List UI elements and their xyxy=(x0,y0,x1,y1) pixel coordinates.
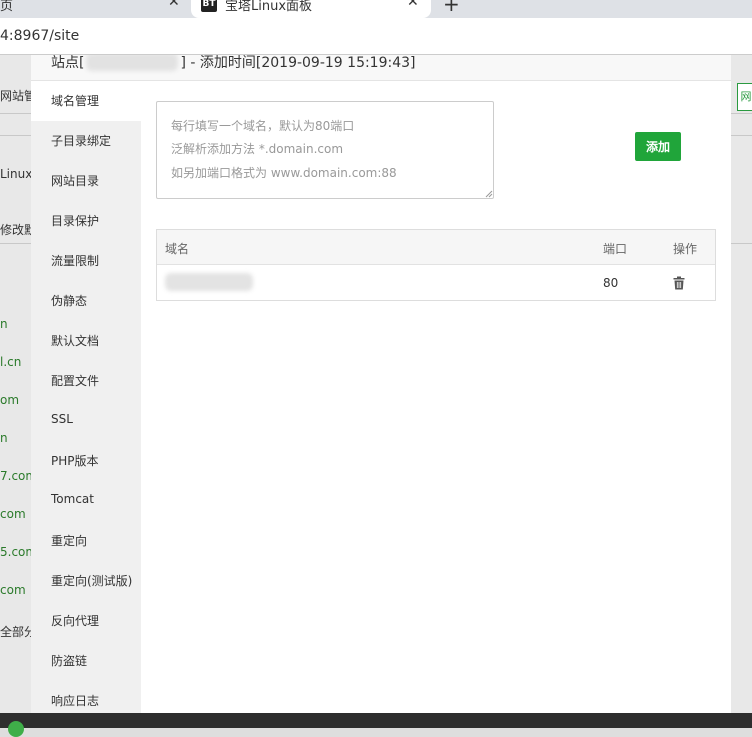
column-header-domain: 域名 xyxy=(165,242,190,256)
new-tab-button[interactable]: + xyxy=(443,0,460,16)
menu-item[interactable]: 子目录绑定 xyxy=(31,121,141,161)
menu-item[interactable]: 配置文件 xyxy=(31,361,141,401)
column-header-port: 端口 xyxy=(603,242,628,256)
table-row: 80 xyxy=(157,265,715,301)
menu-item[interactable]: 默认文档 xyxy=(31,321,141,361)
redacted-domain xyxy=(165,273,253,291)
background-button[interactable]: 网 xyxy=(737,83,752,111)
domain-input-placeholder: 如另加端口格式为 www.domain.com:88 xyxy=(171,166,397,180)
tab-title: 页 xyxy=(0,0,14,14)
taskbar xyxy=(0,713,752,737)
site-settings-dialog: 站点[] - 添加时间[2019-09-19 15:19:43] 域名管理 子目… xyxy=(31,55,731,713)
redacted-site-name xyxy=(86,55,178,71)
menu-item[interactable]: 流量限制 xyxy=(31,241,141,281)
port-cell: 80 xyxy=(603,276,619,290)
menu-item[interactable]: 响应日志 xyxy=(31,681,141,713)
menu-item[interactable]: 反向代理 xyxy=(31,601,141,641)
settings-sidebar: 域名管理 子目录绑定 网站目录 目录保护 流量限制 伪静态 默认文档 配置文件 … xyxy=(31,81,141,713)
background-link[interactable]: n xyxy=(0,317,8,331)
menu-item[interactable]: PHP版本 xyxy=(31,441,141,481)
domain-input-placeholder: 泛解析添加方法 *.domain.com xyxy=(171,142,344,156)
browser-tab-strip: 页 ✕ BT 宝塔Linux面板 ✕ + xyxy=(0,0,752,18)
menu-item[interactable]: 伪静态 xyxy=(31,281,141,321)
tab-close-icon[interactable]: ✕ xyxy=(407,0,419,10)
table-header: 域名 端口 操作 xyxy=(157,230,715,265)
menu-item[interactable]: SSL xyxy=(31,401,141,441)
background-link[interactable]: l.cn xyxy=(0,355,21,369)
background-label: Linux xyxy=(0,167,33,181)
menu-item[interactable]: 防盗链 xyxy=(31,641,141,681)
background-link[interactable]: om xyxy=(0,393,19,407)
background-link[interactable]: com xyxy=(0,507,26,521)
app-icon[interactable] xyxy=(8,721,24,737)
tab-title: 宝塔Linux面板 xyxy=(225,0,313,14)
tab-close-icon[interactable]: ✕ xyxy=(168,0,180,10)
menu-item[interactable]: 域名管理 xyxy=(31,81,141,121)
domain-input-placeholder: 每行填写一个域名，默认为80端口 xyxy=(171,119,355,133)
bt-logo-icon: BT xyxy=(201,0,217,12)
browser-tab-active[interactable]: BT 宝塔Linux面板 ✕ xyxy=(191,0,431,18)
menu-item[interactable]: 网站目录 xyxy=(31,161,141,201)
address-bar[interactable]: 4:8967/site xyxy=(0,18,752,55)
domain-table: 域名 端口 操作 80 xyxy=(156,229,716,301)
menu-item[interactable]: 重定向(测试版) xyxy=(31,561,141,601)
menu-item[interactable]: 重定向 xyxy=(31,521,141,561)
column-header-action: 操作 xyxy=(673,242,698,256)
dialog-header: 站点[] - 添加时间[2019-09-19 15:19:43] xyxy=(31,55,731,81)
add-domain-button[interactable]: 添加 xyxy=(635,132,681,161)
browser-tab[interactable]: 页 ✕ xyxy=(0,0,190,18)
background-link[interactable]: n xyxy=(0,431,8,445)
menu-item[interactable]: Tomcat xyxy=(31,481,141,521)
resize-grip-icon[interactable] xyxy=(485,190,493,198)
trash-icon[interactable] xyxy=(673,276,685,290)
background-link[interactable]: com xyxy=(0,583,26,597)
menu-item[interactable]: 目录保护 xyxy=(31,201,141,241)
url-text[interactable]: 4:8967/site xyxy=(0,28,79,44)
